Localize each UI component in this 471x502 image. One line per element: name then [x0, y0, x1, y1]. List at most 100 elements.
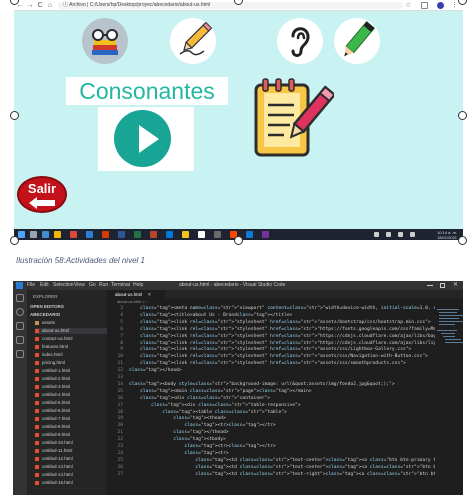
resize-handle[interactable]	[458, 236, 467, 245]
code-editor[interactable]: 3 class="tag"><meta name=class="str">"vi…	[107, 305, 435, 495]
tab-about-us[interactable]: about-us.html ✕	[107, 290, 165, 299]
clock[interactable]: 10:14 a. m. 18/01/2021	[437, 230, 457, 240]
search-icon[interactable]	[30, 231, 37, 238]
menu-edit[interactable]: Edit	[40, 282, 49, 289]
file-item[interactable]: untitled-4.html	[35, 392, 70, 398]
explorer-icon[interactable]	[16, 294, 24, 302]
file-item[interactable]: untitled-6.html	[35, 408, 70, 414]
taskbar-app-icon[interactable]	[182, 231, 189, 238]
menu-file[interactable]: File	[27, 282, 35, 289]
resize-handle[interactable]	[10, 236, 19, 245]
code-text: class="tag"><link rel=class="str">"style…	[140, 326, 435, 332]
file-item[interactable]: untitled-14.html	[35, 472, 73, 478]
run-debug-icon[interactable]	[16, 336, 24, 344]
resize-handle[interactable]	[234, 236, 243, 245]
menu-view[interactable]: View	[74, 282, 85, 289]
taskbar-app-icon[interactable]	[86, 231, 93, 238]
file-item[interactable]: untitled-13.html	[35, 464, 73, 470]
resize-handle[interactable]	[458, 0, 467, 5]
source-control-icon[interactable]	[16, 322, 24, 330]
menu-selection[interactable]: Selection	[53, 282, 74, 289]
word-icon[interactable]	[118, 231, 125, 238]
tray-icon[interactable]	[374, 232, 379, 237]
green-pencil-icon[interactable]	[334, 18, 380, 64]
reload-button[interactable]: C	[36, 1, 44, 10]
extensions-icon[interactable]	[421, 2, 428, 9]
file-item[interactable]: features.html	[35, 344, 68, 350]
taskbar-app-icon[interactable]	[262, 231, 269, 238]
file-item[interactable]: pricing.html	[35, 360, 65, 366]
explorer-sidebar: EXPLORER OPEN EDITORS ABECEDARIO assets a…	[27, 290, 107, 495]
file-item[interactable]: untitled-5.html	[35, 400, 70, 406]
tab-label: about-us.html	[115, 292, 143, 297]
play-video-button[interactable]	[98, 107, 194, 171]
address-bar[interactable]: ⓘ Archivo | C:/Users/hp/Desktop/proyec/a…	[58, 2, 403, 9]
ear-icon[interactable]	[277, 18, 323, 64]
start-icon[interactable]	[18, 231, 25, 238]
home-button[interactable]: ⌂	[46, 1, 54, 10]
task-view-icon[interactable]	[42, 231, 49, 238]
resize-handle[interactable]	[10, 111, 19, 120]
code-line[interactable]: 27 class="tag"><td class=class="str">"te…	[107, 471, 435, 479]
volume-icon[interactable]	[398, 232, 403, 237]
bookmark-star-icon[interactable]: ☆	[405, 1, 411, 10]
file-item[interactable]: untitled-2.html	[35, 376, 70, 382]
html-file-icon	[35, 456, 39, 461]
taskbar-app-icon[interactable]	[70, 231, 77, 238]
browser-menu-icon[interactable]: ⋮	[451, 1, 458, 10]
file-label: index.html	[42, 352, 63, 357]
file-item[interactable]: untitled-8.html	[35, 424, 70, 430]
project-folder[interactable]: ABECEDARIO	[30, 312, 60, 317]
extensions-icon[interactable]	[16, 350, 24, 358]
menu-run[interactable]: Run	[99, 282, 108, 289]
open-editors-section[interactable]: OPEN EDITORS	[30, 304, 64, 309]
file-label: untitled-10.html	[42, 440, 73, 445]
taskbar-app-icon[interactable]	[214, 231, 221, 238]
file-item[interactable]: index.html	[35, 352, 63, 358]
exit-button[interactable]: Salir	[17, 176, 67, 213]
powerpoint-icon[interactable]	[150, 231, 157, 238]
maximize-icon[interactable]	[440, 283, 445, 288]
taskbar-app-icon[interactable]	[166, 231, 173, 238]
file-item[interactable]: untitled-3.html	[35, 384, 70, 390]
wifi-icon[interactable]	[386, 232, 391, 237]
chrome-icon[interactable]	[198, 231, 205, 238]
html-file-icon	[35, 448, 39, 453]
glasses-books-icon[interactable]	[82, 18, 128, 64]
menu-terminal[interactable]: Terminal	[111, 282, 130, 289]
forward-button[interactable]: →	[26, 1, 34, 10]
close-icon[interactable]: ✕	[453, 281, 458, 290]
tab-close-icon[interactable]: ✕	[148, 292, 152, 297]
code-text: class="tag"><main class=class="str">"pag…	[140, 388, 312, 394]
file-label: untitled-13.html	[42, 464, 73, 469]
profile-avatar[interactable]	[437, 2, 444, 9]
file-item[interactable]: untitled-15.html	[35, 480, 73, 486]
play-icon	[114, 110, 171, 167]
file-explorer-icon[interactable]	[54, 231, 61, 238]
file-item[interactable]: untitled-1.html	[35, 368, 70, 374]
file-item[interactable]: untitled-11.html	[35, 448, 72, 454]
minimap[interactable]	[435, 305, 463, 365]
minimize-icon[interactable]	[427, 285, 433, 286]
file-item[interactable]: untitled-7.html	[35, 416, 70, 422]
file-item[interactable]: untitled-12.html	[35, 456, 73, 462]
excel-icon[interactable]	[134, 231, 141, 238]
menu-help[interactable]: Help	[133, 282, 143, 289]
html-file-icon	[35, 416, 39, 421]
file-label: untitled-1.html	[42, 368, 71, 373]
vscode-icon[interactable]	[246, 231, 253, 238]
notepad-icon[interactable]	[246, 73, 337, 163]
resize-handle[interactable]	[458, 111, 467, 120]
pencil-icon[interactable]	[170, 18, 216, 64]
language-icon[interactable]	[410, 232, 415, 237]
folder-item[interactable]: assets	[35, 320, 55, 326]
file-item[interactable]: untitled-10.html	[35, 440, 73, 446]
taskbar-app-icon[interactable]	[102, 231, 109, 238]
file-item[interactable]: about-us.html	[35, 328, 107, 334]
file-item[interactable]: contact-us.html	[35, 336, 73, 342]
search-icon[interactable]	[16, 308, 24, 316]
menu-go[interactable]: Go	[89, 282, 96, 289]
file-item[interactable]: untitled-9.html	[35, 432, 70, 438]
folder-icon	[35, 320, 39, 325]
code-text: class="tag"><link rel=class="str">"style…	[140, 361, 406, 367]
